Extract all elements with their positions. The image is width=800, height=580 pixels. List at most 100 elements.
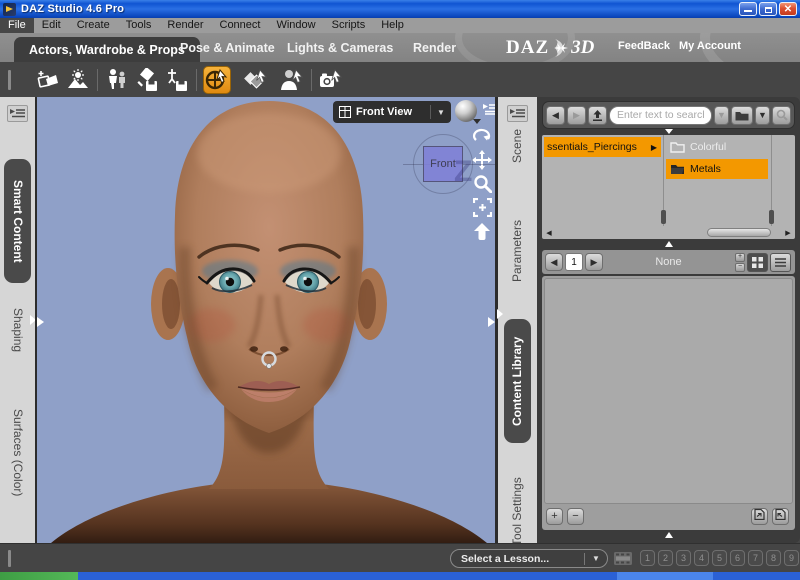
restore-button[interactable] — [759, 2, 777, 16]
tab-render[interactable]: Render — [413, 33, 456, 62]
lesson-button-8[interactable]: 8 — [766, 550, 781, 566]
column-drag-handle[interactable] — [661, 210, 666, 224]
save-file-icon — [168, 68, 187, 91]
category-essentials-piercings[interactable]: ssentials_Piercings ▶ — [544, 137, 661, 157]
lesson-button-3[interactable]: 3 — [676, 550, 691, 566]
tab-shaping[interactable]: Shaping — [4, 299, 31, 361]
manage-figures-button[interactable] — [104, 67, 130, 93]
folder-label: Metals — [690, 163, 721, 175]
minimize-button[interactable] — [739, 2, 757, 16]
menu-scripts[interactable]: Scripts — [324, 18, 374, 33]
folder-metals-selected[interactable]: Metals — [666, 159, 768, 179]
view-orientation-gizmo[interactable]: Z Front — [403, 133, 495, 197]
menu-edit[interactable]: Edit — [34, 18, 69, 33]
right-dock-expander-arrow[interactable] — [497, 309, 503, 319]
play-lesson-film-icon[interactable] — [614, 552, 632, 570]
lesson-button-9[interactable]: 9 — [784, 550, 799, 566]
lesson-button-4[interactable]: 4 — [694, 550, 709, 566]
viewport[interactable]: Front View ▼ Z Front — [35, 97, 497, 543]
surface-selection-tool-button[interactable] — [243, 67, 269, 93]
view-selector-arrow[interactable]: ▼ — [431, 108, 451, 117]
save-file-button[interactable] — [164, 67, 190, 93]
save-wearables-button[interactable] — [134, 67, 160, 93]
search-input[interactable] — [609, 105, 712, 125]
search-history-dropdown[interactable]: ▼ — [714, 105, 729, 125]
import-page-button[interactable] — [772, 508, 789, 525]
add-item-button[interactable]: + — [546, 508, 563, 525]
taskbar-window-segment[interactable] — [617, 572, 713, 580]
tab-content-library[interactable]: Content Library — [504, 319, 531, 443]
lesson-dropdown-arrow[interactable]: ▼ — [585, 554, 607, 563]
close-button[interactable]: ✕ — [779, 2, 797, 16]
pane-menu-icon — [483, 104, 495, 115]
menu-tools[interactable]: Tools — [118, 18, 160, 33]
pane-resize-handle-down[interactable] — [664, 129, 673, 134]
add-content-button[interactable] — [35, 67, 61, 93]
folder-dropdown-button[interactable]: ▼ — [755, 105, 770, 125]
left-pane-collapse-arrow[interactable] — [37, 317, 44, 327]
tab-parameters[interactable]: Parameters — [504, 203, 531, 299]
lesson-button-2[interactable]: 2 — [658, 550, 673, 566]
menu-create[interactable]: Create — [69, 18, 118, 33]
my-account-link[interactable]: My Account — [679, 40, 741, 52]
frame-selection-button[interactable] — [470, 197, 494, 218]
pane-splitter[interactable] — [537, 239, 800, 249]
windows-taskbar[interactable] — [0, 572, 800, 580]
tab-smart-content[interactable]: Smart Content — [4, 159, 31, 283]
tab-scene[interactable]: Scene — [504, 113, 531, 179]
scroll-right-arrow[interactable]: ▶ — [783, 229, 793, 237]
lesson-dropdown[interactable]: Select a Lesson... ▼ — [450, 549, 608, 568]
surface-selection-icon — [244, 68, 267, 89]
folder-view-button[interactable] — [731, 105, 753, 125]
left-pane-menu-button[interactable] — [7, 105, 28, 122]
viewport-pane-menu-button[interactable] — [483, 102, 495, 120]
library-pager-bar: ◀ 1 ▶ None + − — [542, 250, 795, 274]
camera-selection-tool-button[interactable] — [318, 67, 344, 93]
folder-colorful[interactable]: Colorful — [666, 137, 768, 157]
reset-camera-home-button[interactable] — [470, 221, 494, 242]
drawstyle-sphere-button[interactable] — [455, 100, 481, 124]
scrollbar-thumb[interactable] — [707, 228, 771, 237]
lesson-button-1[interactable]: 1 — [640, 550, 655, 566]
pane-resize-handle-up[interactable] — [664, 532, 673, 538]
column-drag-handle[interactable] — [769, 210, 774, 224]
flyout-arrow-icon: ▶ — [650, 142, 657, 152]
figure-selection-icon — [281, 68, 303, 90]
menu-connect[interactable]: Connect — [212, 18, 269, 33]
history-back-button[interactable]: ◀ — [546, 105, 565, 125]
lesson-button-5[interactable]: 5 — [712, 550, 727, 566]
toolbar-grip[interactable] — [8, 69, 11, 90]
menu-window[interactable]: Window — [268, 18, 323, 33]
view-selector[interactable]: Front View ▼ — [333, 101, 451, 123]
lesson-button-7[interactable]: 7 — [748, 550, 763, 566]
menu-render[interactable]: Render — [159, 18, 211, 33]
right-pane-collapse-arrow[interactable] — [488, 317, 495, 327]
remove-item-button[interactable]: − — [567, 508, 584, 525]
scrollbar-track[interactable] — [554, 228, 783, 237]
title-bar[interactable]: DAZ Studio 4.6 Pro ✕ — [0, 0, 800, 18]
scroll-left-arrow[interactable]: ◀ — [544, 229, 554, 237]
lesson-button-6[interactable]: 6 — [730, 550, 745, 566]
search-go-button[interactable] — [772, 105, 791, 125]
menu-help[interactable]: Help — [373, 18, 412, 33]
menu-file[interactable]: File — [0, 18, 34, 33]
open-folder-icon — [670, 141, 685, 153]
category-label: ssentials_Piercings — [547, 141, 637, 153]
tab-pose-animate[interactable]: Pose & Animate — [180, 33, 275, 62]
pane-resize-handle-up[interactable] — [664, 241, 673, 247]
tab-lights-cameras[interactable]: Lights & Cameras — [287, 33, 393, 62]
gizmo-front-face[interactable]: Z Front — [423, 146, 472, 188]
pane-splitter[interactable] — [537, 530, 800, 543]
up-level-button[interactable] — [588, 105, 607, 125]
lesson-bar-grip[interactable] — [8, 550, 11, 567]
export-page-button[interactable] — [751, 508, 768, 525]
start-button-sliver[interactable] — [0, 572, 78, 580]
history-forward-button[interactable]: ▶ — [567, 105, 586, 125]
tab-actors-wardrobe-props[interactable]: Actors, Wardrobe & Props — [14, 37, 200, 62]
tab-surfaces-color[interactable]: Surfaces (Color) — [4, 383, 31, 523]
feedback-link[interactable]: FeedBack — [618, 40, 670, 52]
library-items-view[interactable] — [544, 278, 793, 504]
render-preview-button[interactable] — [65, 67, 91, 93]
figure-selection-tool-button[interactable] — [279, 67, 305, 93]
node-selection-tool-button[interactable] — [203, 65, 231, 94]
